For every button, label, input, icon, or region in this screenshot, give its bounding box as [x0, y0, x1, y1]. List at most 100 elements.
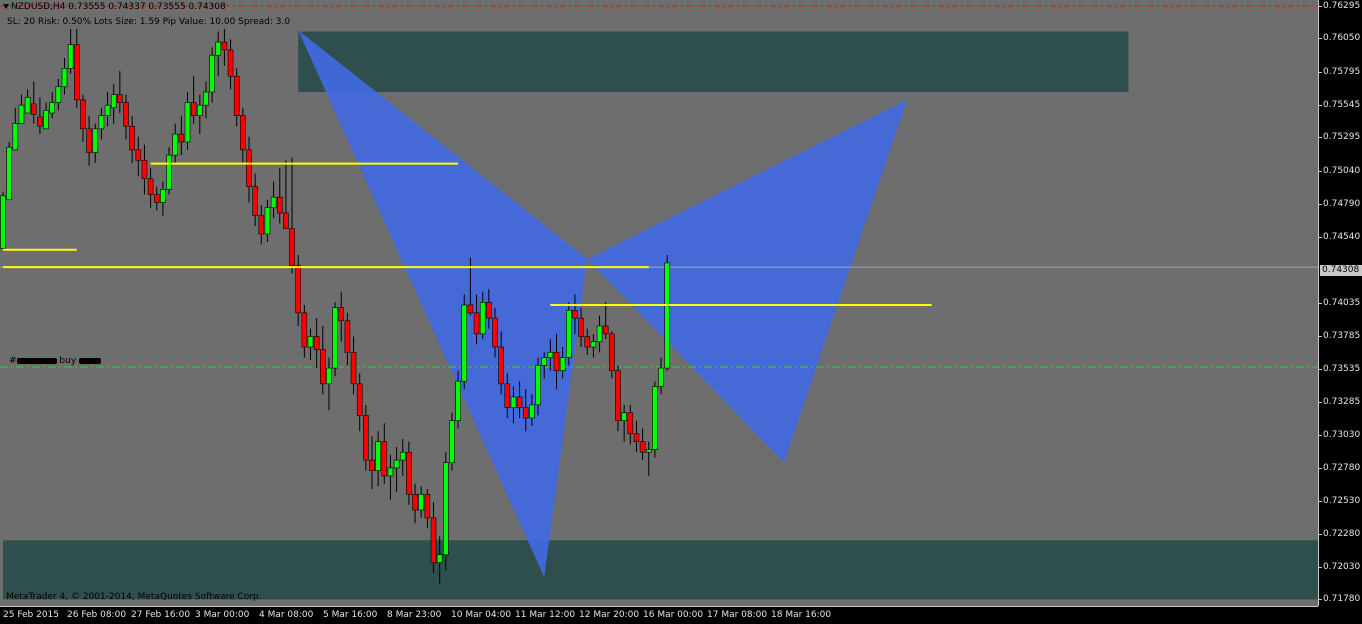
price-tick: 0.76295 — [1318, 0, 1361, 11]
candle — [283, 212, 289, 230]
candle — [227, 49, 234, 77]
time-tick: 5 Mar 16:00 — [323, 610, 378, 620]
candle — [123, 102, 129, 127]
price-tick: 0.74540 — [1318, 231, 1361, 242]
candle — [541, 357, 548, 366]
copyright-text: MetaTrader 4, © 2001-2014, MetaQuotes So… — [6, 592, 262, 602]
candle — [301, 312, 308, 348]
pattern-triangle-bcd — [587, 99, 908, 463]
candle — [92, 128, 99, 153]
candle — [510, 396, 517, 408]
price-tick: 0.73285 — [1318, 396, 1361, 407]
price-axis[interactable]: 0.76295 0.76050 0.75795 0.75545 0.75295 0.750… — [1318, 0, 1362, 606]
candle — [393, 459, 400, 469]
candle — [621, 412, 627, 421]
candle — [37, 116, 43, 127]
candle — [276, 196, 283, 214]
candle — [289, 228, 295, 266]
candle — [602, 325, 609, 335]
time-axis[interactable]: 25 Feb 2015 26 Feb 08:00 27 Feb 16:00 3 Mar… — [0, 606, 1318, 624]
candle — [455, 380, 461, 421]
order-line-label[interactable]: # buy — [9, 356, 102, 366]
time-tick: 11 Mar 12:00 — [515, 610, 576, 620]
candle — [375, 441, 381, 471]
candle — [356, 383, 363, 416]
time-tick: 12 Mar 20:00 — [579, 610, 640, 620]
candle — [473, 312, 480, 335]
candle — [572, 309, 578, 319]
candle — [110, 94, 117, 109]
candle — [24, 96, 31, 114]
candle — [166, 154, 172, 190]
risk-info-line: SL: 20 Risk: 0.50% Lots Size: 1.59 Pip V… — [7, 17, 291, 27]
time-tick: 17 Mar 08:00 — [707, 610, 768, 620]
price-tick: 0.74035 — [1318, 298, 1361, 308]
candle — [516, 396, 523, 408]
chart-window: NZDUSD,H4 0.73555 0.74337 0.73555 0.7430… — [0, 0, 1362, 624]
candle — [30, 103, 37, 115]
candle — [498, 346, 504, 385]
candle — [147, 178, 154, 195]
candle — [639, 441, 646, 453]
candle — [86, 128, 92, 153]
supply-demand-zone — [3, 540, 1318, 600]
candle — [80, 99, 86, 130]
candle — [565, 309, 572, 358]
candle — [184, 102, 191, 143]
order-type: buy — [56, 356, 80, 366]
candle — [424, 493, 431, 519]
candle — [399, 451, 406, 461]
time-tick: 3 Mar 00:00 — [195, 610, 250, 620]
candle — [233, 75, 240, 116]
candle — [246, 149, 252, 187]
candle — [252, 186, 258, 216]
candle — [363, 415, 369, 461]
candle — [596, 325, 603, 343]
chart-plot-area[interactable]: NZDUSD,H4 0.73555 0.74337 0.73555 0.7430… — [0, 0, 1318, 606]
order-prefix: # — [9, 356, 17, 366]
chart-canvas[interactable] — [0, 0, 1318, 606]
candle — [547, 351, 554, 358]
candle — [190, 102, 197, 116]
candle — [221, 41, 228, 51]
chevron-down-icon[interactable] — [3, 4, 9, 9]
candle — [559, 357, 566, 371]
candle — [141, 160, 148, 180]
price-tick: 0.73030 — [1318, 430, 1361, 441]
candle — [492, 317, 498, 348]
candle — [406, 451, 412, 495]
price-tick: 0.72530 — [1318, 495, 1361, 506]
time-tick: 10 Mar 04:00 — [451, 610, 512, 620]
candle — [61, 68, 68, 88]
candle — [18, 104, 25, 124]
candle — [645, 449, 652, 453]
price-tick: 0.71780 — [1318, 594, 1361, 605]
price-tick: 0.75545 — [1318, 99, 1361, 110]
time-tick: 25 Feb 2015 — [3, 610, 60, 620]
price-tick: 0.73785 — [1318, 330, 1361, 341]
candle — [436, 554, 443, 563]
candle — [98, 115, 105, 130]
candle — [12, 123, 19, 151]
candle — [319, 349, 326, 385]
time-tick: 27 Feb 16:00 — [131, 610, 191, 620]
candle — [313, 336, 320, 350]
candle — [553, 351, 560, 371]
candle — [418, 493, 425, 511]
candle — [387, 467, 394, 477]
candle — [49, 102, 56, 114]
candle — [55, 86, 62, 103]
candle — [135, 149, 142, 161]
symbol-line: NZDUSD,H4 0.73555 0.74337 0.73555 0.7430… — [11, 2, 226, 12]
candle — [172, 133, 178, 156]
time-tick: 18 Mar 16:00 — [771, 610, 832, 620]
price-tick: 0.75295 — [1318, 132, 1361, 143]
candle — [486, 302, 492, 319]
candle — [6, 146, 12, 201]
candle — [578, 317, 584, 337]
candle — [369, 459, 375, 471]
price-tick: 0.73535 — [1318, 363, 1361, 374]
price-tick: 0.76050 — [1318, 33, 1361, 44]
price-tick: 0.72030 — [1318, 561, 1361, 572]
order-id-mask — [16, 357, 57, 364]
